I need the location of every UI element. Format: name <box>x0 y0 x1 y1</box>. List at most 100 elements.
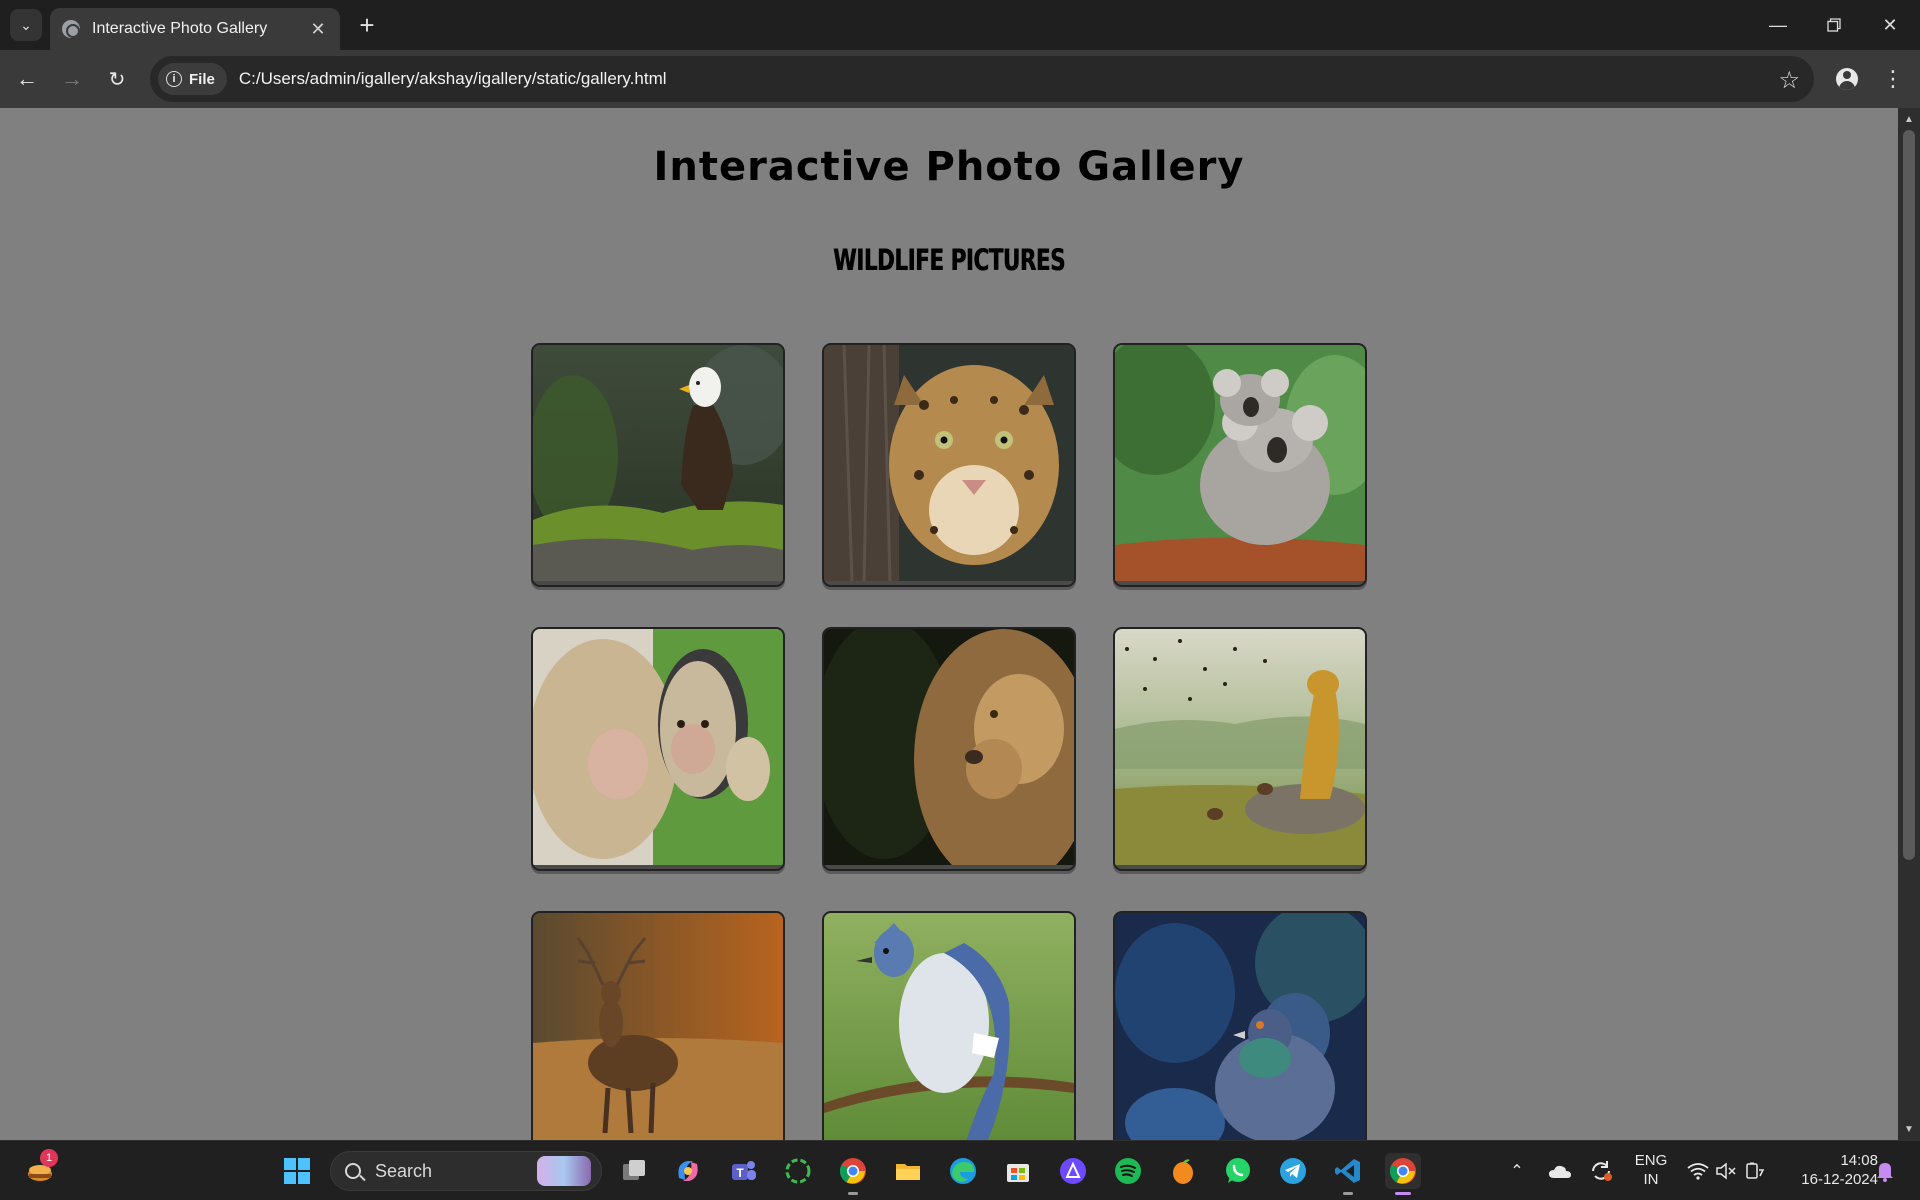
notifications-button[interactable] <box>1870 1153 1900 1189</box>
taskbar-whatsapp[interactable] <box>1220 1153 1256 1189</box>
restore-button[interactable] <box>1806 8 1862 42</box>
taskbar: 1 Search T ⌃ ENG IN 14:08 16-12-2024 <box>0 1140 1920 1200</box>
url-text[interactable]: C:/Users/admin/igallery/akshay/igallery/… <box>239 69 667 89</box>
taskbar-flstudio[interactable] <box>1165 1153 1201 1189</box>
photo-card-cheetah[interactable] <box>1113 627 1367 871</box>
back-button[interactable]: ← <box>10 62 44 96</box>
photo-card-lion[interactable] <box>822 627 1076 871</box>
taskbar-search[interactable]: Search <box>330 1151 602 1191</box>
sync-icon <box>1592 1161 1612 1181</box>
taskbar-loader-app[interactable] <box>780 1153 816 1189</box>
edge-icon <box>950 1158 976 1184</box>
restore-icon <box>1827 18 1841 32</box>
sync-tray[interactable] <box>1585 1153 1617 1189</box>
reload-button[interactable]: ↻ <box>100 62 134 96</box>
triangle-app-icon <box>1060 1158 1086 1184</box>
taskbar-file-explorer[interactable] <box>890 1153 926 1189</box>
bookmark-star-icon[interactable]: ☆ <box>1778 66 1800 95</box>
scroll-up-arrow-icon[interactable]: ▲ <box>1898 110 1920 128</box>
monkey-photo <box>533 629 783 865</box>
onedrive-tray[interactable] <box>1544 1153 1576 1189</box>
tab-gallery[interactable]: Interactive Photo Gallery ✕ <box>50 8 340 50</box>
running-indicator <box>1343 1192 1353 1195</box>
clock-date: 16-12-2024 <box>1801 1171 1878 1188</box>
scroll-down-arrow-icon[interactable]: ▼ <box>1898 1120 1920 1138</box>
koalas-photo <box>1115 345 1365 581</box>
start-button[interactable] <box>279 1153 315 1189</box>
photo-card-leopard[interactable] <box>822 343 1076 587</box>
cloud-icon <box>1549 1165 1571 1178</box>
chevron-up-icon: ⌃ <box>1510 1163 1524 1180</box>
lion-photo <box>824 629 1074 865</box>
photo-card-deer[interactable] <box>531 911 785 1140</box>
taskbar-edge[interactable] <box>945 1153 981 1189</box>
taskbar-chrome-1[interactable] <box>835 1153 871 1195</box>
taskbar-chrome-active[interactable] <box>1385 1153 1421 1195</box>
photo-card-monkey[interactable] <box>531 627 785 871</box>
circular-arrow-icon <box>785 1158 811 1184</box>
page-viewport: Interactive Photo Gallery WILDLIFE PICTU… <box>0 108 1898 1140</box>
taskbar-vscode[interactable] <box>1330 1153 1366 1195</box>
address-bar[interactable]: i File C:/Users/admin/igallery/akshay/ig… <box>150 56 1814 102</box>
photo-card-koalas[interactable] <box>1113 343 1367 587</box>
teams-icon: T <box>732 1161 756 1180</box>
new-tab-button[interactable]: + <box>352 10 382 40</box>
copilot-icon <box>678 1161 698 1181</box>
whatsapp-icon <box>1226 1158 1250 1183</box>
page-title: Interactive Photo Gallery <box>653 144 1245 190</box>
language-label: ENG <box>1634 1152 1668 1169</box>
browser-toolbar: ← → ↻ i File C:/Users/admin/igallery/aks… <box>0 50 1920 108</box>
taskbar-proton[interactable] <box>1055 1153 1091 1189</box>
photo-card-pigeons[interactable] <box>1113 911 1367 1140</box>
chevron-down-icon: ⌄ <box>20 16 32 33</box>
taskbar-teams[interactable]: T <box>725 1153 761 1189</box>
clock-time: 14:08 <box>1840 1152 1878 1169</box>
minimize-button[interactable]: — <box>1750 8 1806 42</box>
info-icon: i <box>166 71 182 87</box>
telegram-icon <box>1280 1158 1306 1184</box>
profile-button[interactable] <box>1830 62 1864 96</box>
page-scrollbar[interactable]: ▲ ▼ <box>1898 108 1920 1140</box>
chrome-icon <box>1389 1158 1416 1184</box>
volume-tray[interactable] <box>1712 1153 1740 1189</box>
taskbar-copilot[interactable] <box>670 1153 706 1189</box>
browser-menu-button[interactable]: ⋮ <box>1876 62 1910 96</box>
photo-card-bluejay[interactable] <box>822 911 1076 1140</box>
tab-search-button[interactable]: ⌄ <box>10 9 42 41</box>
battery-charging-icon <box>1746 1162 1765 1179</box>
spotify-icon <box>1115 1158 1141 1184</box>
taskbar-telegram[interactable] <box>1275 1153 1311 1189</box>
taskbar-spotify[interactable] <box>1110 1153 1146 1189</box>
photo-card-eagle[interactable] <box>531 343 785 587</box>
folder-icon <box>896 1164 920 1180</box>
section-title: WILDLIFE PICTURES <box>832 243 1066 277</box>
region-label: IN <box>1643 1171 1659 1188</box>
vscode-icon <box>1335 1159 1360 1183</box>
wifi-tray[interactable] <box>1684 1153 1712 1189</box>
show-hidden-icons-button[interactable]: ⌃ <box>1505 1153 1529 1189</box>
close-tab-button[interactable]: ✕ <box>308 19 328 40</box>
scrollbar-thumb[interactable] <box>1903 130 1915 860</box>
tab-title: Interactive Photo Gallery <box>92 20 268 37</box>
language-indicator[interactable]: ENG IN <box>1628 1151 1674 1189</box>
notification-badge: 1 <box>40 1149 58 1167</box>
leopard-photo <box>824 345 1074 581</box>
chrome-icon <box>839 1158 866 1184</box>
eagle-photo <box>533 345 783 581</box>
search-icon <box>345 1163 361 1179</box>
bell-icon <box>1877 1163 1893 1182</box>
battery-tray[interactable] <box>1740 1153 1768 1189</box>
search-highlight-icon <box>537 1156 591 1186</box>
tab-strip: ⌄ Interactive Photo Gallery ✕ + — ✕ <box>0 0 1920 50</box>
avatar-icon <box>1836 68 1858 90</box>
site-info-chip[interactable]: i File <box>158 63 227 95</box>
task-view-icon <box>623 1160 645 1180</box>
running-indicator <box>848 1192 858 1195</box>
clock[interactable]: 14:08 16-12-2024 <box>1780 1151 1878 1189</box>
reload-icon: ↻ <box>108 68 126 91</box>
store-icon <box>1007 1164 1029 1182</box>
taskbar-store[interactable] <box>1000 1153 1036 1189</box>
forward-button[interactable]: → <box>55 62 89 96</box>
close-window-button[interactable]: ✕ <box>1862 8 1918 42</box>
task-view-button[interactable] <box>616 1153 652 1189</box>
